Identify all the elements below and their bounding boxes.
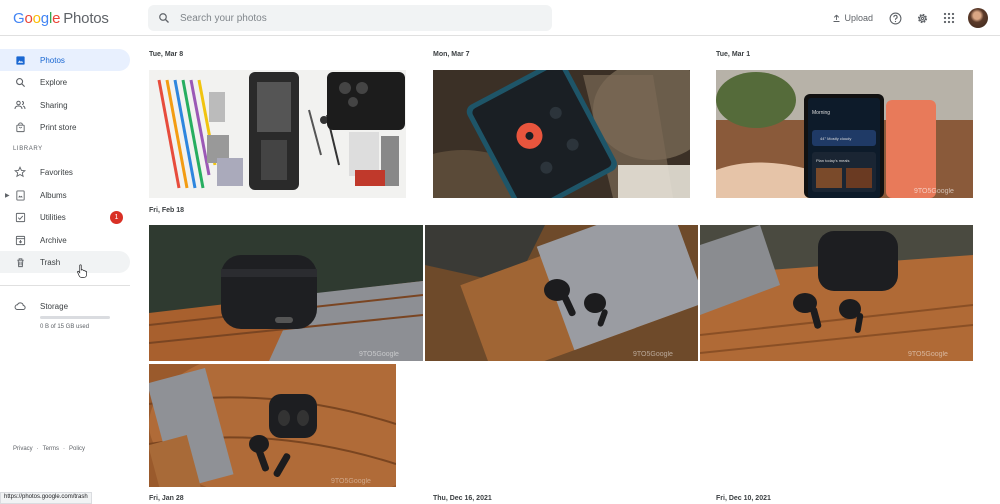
mouse-pointer-hand-icon [77,264,88,283]
sidebar-item-trash[interactable]: Trash [0,251,130,273]
photo-thumbnail[interactable]: 9TO5Google [149,225,423,361]
album-icon [14,189,26,201]
expand-caret-icon[interactable]: ▶ [5,192,10,199]
help-icon[interactable] [887,10,903,26]
logo-product-name: Photos [63,10,109,27]
sidebar-item-photos[interactable]: Photos [0,49,130,71]
library-heading: LIBRARY [13,146,43,152]
star-icon [14,166,26,178]
privacy-link[interactable]: Privacy [13,446,33,452]
header-actions: Upload [832,0,1000,36]
search-bar[interactable] [148,5,552,31]
sidebar-item-label: Albums [40,190,67,200]
photo-watermark: 9TO5Google [359,351,399,358]
sidebar-item-label: Explore [40,77,68,87]
sidebar-item-archive[interactable]: Archive [0,229,130,251]
date-heading: Fri, Jan 28 [149,495,184,502]
sidebar-item-utilities[interactable]: Utilities 1 [0,206,130,228]
search-icon[interactable] [158,12,170,24]
sidebar-item-label: Print store [40,122,77,132]
logo-letter: o [24,10,33,27]
photo-thumbnail[interactable]: 9TO5Google [149,364,396,487]
date-heading: Tue, Mar 8 [149,51,184,58]
google-photos-logo[interactable]: Google Photos [13,10,109,27]
search-input[interactable] [180,12,520,24]
sidebar-item-storage[interactable]: Storage [0,295,130,317]
cloud-icon [14,300,26,312]
sidebar-item-label: Storage [40,301,69,311]
photo-thumbnail[interactable] [433,70,690,198]
logo-letter: g [40,10,49,27]
date-heading: Mon, Mar 7 [433,51,470,58]
logo-letter: e [52,10,61,27]
sidebar-item-label: Utilities [40,212,66,222]
storage-used-text: 0 B of 15 GB used [40,324,90,330]
archive-icon [14,234,26,246]
separator: · [63,446,66,452]
sidebar-item-print-store[interactable]: Print store [0,116,130,138]
link-status-bar: https://photos.google.com/trash [0,492,92,504]
photo-icon [14,54,26,66]
trash-icon [14,256,26,268]
upload-icon [833,14,840,22]
sidebar-item-label: Archive [40,235,67,245]
sidebar-item-label: Sharing [40,100,68,110]
date-heading: Tue, Mar 1 [716,51,751,58]
bag-icon [14,121,26,133]
logo-letter: G [13,10,25,27]
sidebar-item-sharing[interactable]: Sharing [0,94,130,116]
date-heading: Fri, Dec 10, 2021 [716,495,771,502]
sidebar-item-favorites[interactable]: Favorites [0,161,130,183]
checkbox-icon [14,211,26,223]
policy-link[interactable]: Policy [69,446,85,452]
sidebar-item-explore[interactable]: Explore [0,71,130,93]
sidebar: Photos Explore Sharing Print store LIBRA… [0,36,140,504]
photo-watermark: 9TO5Google [331,478,371,485]
storage-progress-bar [40,316,110,319]
date-heading: Thu, Dec 16, 2021 [433,495,492,502]
terms-link[interactable]: Terms [43,446,59,452]
photo-thumbnail[interactable] [149,70,406,198]
google-photos-app: GooglePhotos Upload Phot [0,0,1000,504]
photo-thumbnail[interactable]: Morning 44° Mostly cloudy Plan today's m… [716,70,973,198]
footer-links: Privacy · Terms · Policy [13,446,85,452]
logo-letter: o [32,10,41,27]
sidebar-item-label: Trash [40,257,61,267]
search-icon [14,76,26,88]
photo-app-title: Morning [812,110,830,116]
settings-gear-icon[interactable] [914,10,930,26]
upload-label: Upload [844,13,873,23]
photo-thumbnail[interactable]: 9TO5Google [700,225,973,361]
upload-button[interactable]: Upload [832,13,873,23]
sidebar-item-label: Favorites [40,167,73,177]
photo-watermark: 9TO5Google [633,351,673,358]
sidebar-divider [0,285,130,286]
photo-recipe-card: Plan today's meals [816,158,849,163]
photo-watermark: 9TO5Google [914,188,954,195]
separator: · [36,446,39,452]
date-heading: Fri, Feb 18 [149,207,185,214]
sidebar-item-albums[interactable]: ▶ Albums [0,184,130,206]
apps-grid-icon[interactable] [941,10,957,26]
account-avatar[interactable] [968,8,988,28]
top-bar: GooglePhotos Upload [0,0,1000,36]
sidebar-item-label: Photos [40,55,65,65]
notification-badge: 1 [110,210,123,224]
people-icon [14,99,26,111]
photo-weather-card: 44° Mostly cloudy [820,136,851,141]
photo-watermark: 9TO5Google [908,351,948,358]
photo-thumbnail[interactable]: 9TO5Google [425,225,698,361]
